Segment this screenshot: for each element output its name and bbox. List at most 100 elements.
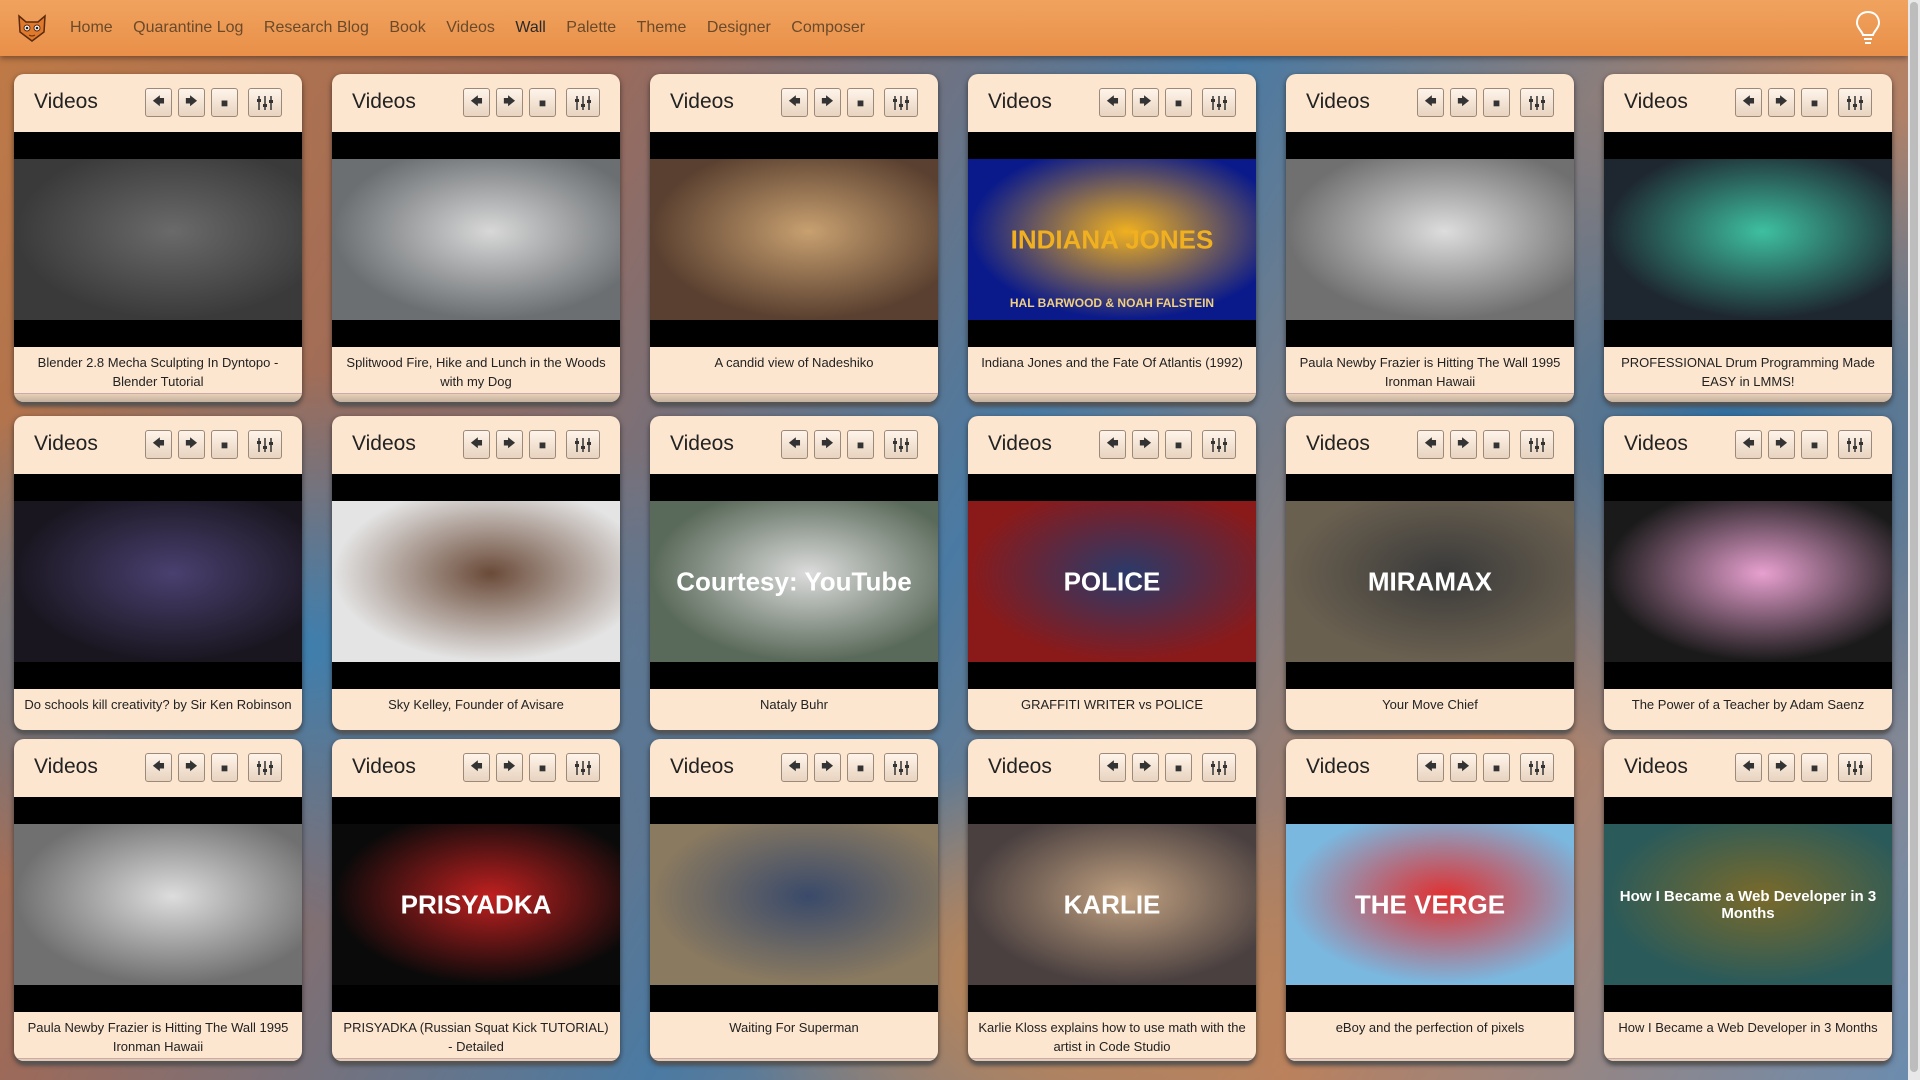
settings-button[interactable] <box>1520 430 1554 459</box>
video-caption[interactable]: Nataly Buhr <box>650 689 938 730</box>
video-progress-bar[interactable] <box>332 1058 620 1061</box>
nav-composer[interactable]: Composer <box>791 19 865 36</box>
video-player[interactable] <box>1604 132 1892 347</box>
nav-theme[interactable]: Theme <box>637 19 687 36</box>
video-caption[interactable]: Paula Newby Frazier is Hitting The Wall … <box>1286 347 1574 393</box>
stop-button[interactable]: ■ <box>1483 430 1510 459</box>
previous-button[interactable]: 🡄 <box>145 430 172 459</box>
stop-button[interactable]: ■ <box>847 430 874 459</box>
video-progress-bar[interactable] <box>14 393 302 402</box>
nav-palette[interactable]: Palette <box>566 19 616 36</box>
stop-button[interactable]: ■ <box>211 430 238 459</box>
stop-button[interactable]: ■ <box>1801 88 1828 117</box>
next-button[interactable]: 🡆 <box>496 430 523 459</box>
video-player[interactable]: INDIANA JONES HAL BARWOOD & NOAH FALSTEIN <box>968 132 1256 347</box>
nav-book[interactable]: Book <box>389 19 425 36</box>
video-progress-bar[interactable] <box>1604 1058 1892 1061</box>
next-button[interactable]: 🡆 <box>1450 88 1477 117</box>
video-progress-bar[interactable] <box>332 393 620 402</box>
video-progress-bar[interactable] <box>1286 393 1574 402</box>
next-button[interactable]: 🡆 <box>1450 753 1477 782</box>
video-caption[interactable]: eBoy and the perfection of pixels <box>1286 1012 1574 1058</box>
next-button[interactable]: 🡆 <box>1132 753 1159 782</box>
video-caption[interactable]: Sky Kelley, Founder of Avisare <box>332 689 620 730</box>
previous-button[interactable]: 🡄 <box>1735 753 1762 782</box>
video-progress-bar[interactable] <box>1286 1058 1574 1061</box>
next-button[interactable]: 🡆 <box>496 88 523 117</box>
video-player[interactable] <box>14 474 302 689</box>
stop-button[interactable]: ■ <box>1165 430 1192 459</box>
previous-button[interactable]: 🡄 <box>145 753 172 782</box>
settings-button[interactable] <box>1838 430 1872 459</box>
stop-button[interactable]: ■ <box>1165 753 1192 782</box>
next-button[interactable]: 🡆 <box>1768 88 1795 117</box>
settings-button[interactable] <box>248 430 282 459</box>
stop-button[interactable]: ■ <box>1483 88 1510 117</box>
video-progress-bar[interactable] <box>650 393 938 402</box>
stop-button[interactable]: ■ <box>1483 753 1510 782</box>
video-caption[interactable]: Do schools kill creativity? by Sir Ken R… <box>14 689 302 730</box>
cat-logo-icon[interactable] <box>16 12 48 44</box>
settings-button[interactable] <box>248 88 282 117</box>
next-button[interactable]: 🡆 <box>1768 430 1795 459</box>
next-button[interactable]: 🡆 <box>814 88 841 117</box>
previous-button[interactable]: 🡄 <box>781 753 808 782</box>
stop-button[interactable]: ■ <box>529 88 556 117</box>
next-button[interactable]: 🡆 <box>1132 430 1159 459</box>
settings-button[interactable] <box>884 753 918 782</box>
video-player[interactable] <box>1286 132 1574 347</box>
next-button[interactable]: 🡆 <box>178 430 205 459</box>
settings-button[interactable] <box>1520 753 1554 782</box>
next-button[interactable]: 🡆 <box>178 753 205 782</box>
stop-button[interactable]: ■ <box>211 753 238 782</box>
stop-button[interactable]: ■ <box>847 88 874 117</box>
nav-home[interactable]: Home <box>70 19 113 36</box>
video-progress-bar[interactable] <box>1604 393 1892 402</box>
previous-button[interactable]: 🡄 <box>1099 430 1126 459</box>
settings-button[interactable] <box>1838 88 1872 117</box>
video-player[interactable]: How I Became a Web Developer in 3 Months <box>1604 797 1892 1012</box>
next-button[interactable]: 🡆 <box>496 753 523 782</box>
previous-button[interactable]: 🡄 <box>1417 430 1444 459</box>
previous-button[interactable]: 🡄 <box>463 430 490 459</box>
settings-button[interactable] <box>566 88 600 117</box>
video-player[interactable] <box>650 132 938 347</box>
video-player[interactable] <box>332 132 620 347</box>
settings-button[interactable] <box>1838 753 1872 782</box>
video-player[interactable] <box>332 474 620 689</box>
previous-button[interactable]: 🡄 <box>1099 88 1126 117</box>
video-progress-bar[interactable] <box>968 1058 1256 1061</box>
stop-button[interactable]: ■ <box>529 753 556 782</box>
video-progress-bar[interactable] <box>968 393 1256 402</box>
stop-button[interactable]: ■ <box>1165 88 1192 117</box>
video-player[interactable] <box>14 132 302 347</box>
video-caption[interactable]: Waiting For Superman <box>650 1012 938 1058</box>
previous-button[interactable]: 🡄 <box>1417 88 1444 117</box>
previous-button[interactable]: 🡄 <box>463 753 490 782</box>
video-caption[interactable]: How I Became a Web Developer in 3 Months <box>1604 1012 1892 1058</box>
video-caption[interactable]: Indiana Jones and the Fate Of Atlantis (… <box>968 347 1256 393</box>
video-caption[interactable]: GRAFFITI WRITER vs POLICE <box>968 689 1256 730</box>
scrollbar-thumb[interactable] <box>1910 2 1918 1072</box>
previous-button[interactable]: 🡄 <box>463 88 490 117</box>
nav-research-blog[interactable]: Research Blog <box>264 19 369 36</box>
previous-button[interactable]: 🡄 <box>1417 753 1444 782</box>
video-player[interactable]: KARLIE <box>968 797 1256 1012</box>
previous-button[interactable]: 🡄 <box>1735 430 1762 459</box>
video-caption[interactable]: Karlie Kloss explains how to use math wi… <box>968 1012 1256 1058</box>
previous-button[interactable]: 🡄 <box>1735 88 1762 117</box>
video-progress-bar[interactable] <box>650 1058 938 1061</box>
settings-button[interactable] <box>566 753 600 782</box>
next-button[interactable]: 🡆 <box>178 88 205 117</box>
previous-button[interactable]: 🡄 <box>781 88 808 117</box>
stop-button[interactable]: ■ <box>1801 430 1828 459</box>
settings-button[interactable] <box>1202 88 1236 117</box>
video-player[interactable]: THE VERGE <box>1286 797 1574 1012</box>
previous-button[interactable]: 🡄 <box>145 88 172 117</box>
previous-button[interactable]: 🡄 <box>781 430 808 459</box>
nav-wall[interactable]: Wall <box>515 19 546 36</box>
video-player[interactable]: PRISYADKA <box>332 797 620 1012</box>
next-button[interactable]: 🡆 <box>814 753 841 782</box>
previous-button[interactable]: 🡄 <box>1099 753 1126 782</box>
video-caption[interactable]: Blender 2.8 Mecha Sculpting In Dyntopo -… <box>14 347 302 393</box>
